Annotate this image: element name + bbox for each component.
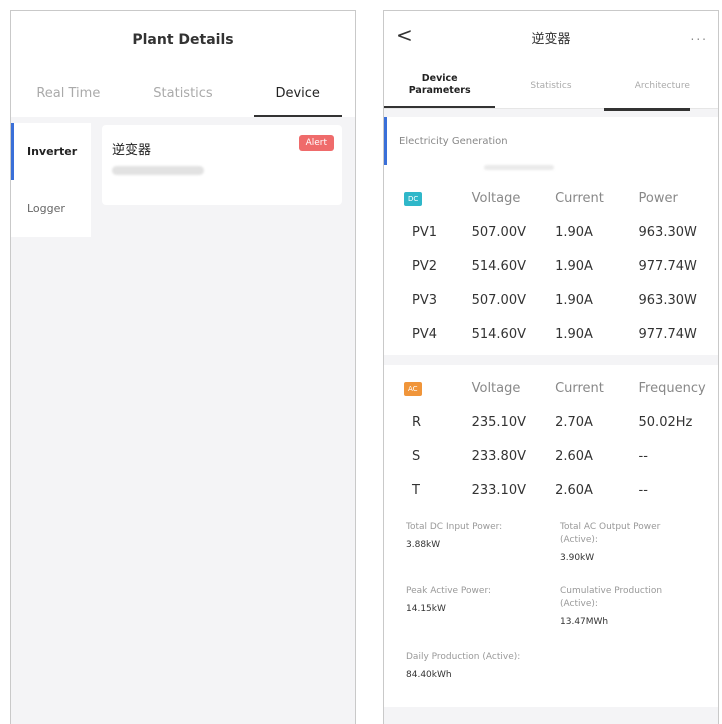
table-cell: 507.00V [471, 292, 526, 308]
tab-device[interactable]: Device [240, 69, 355, 117]
table-cell: R [412, 414, 422, 430]
column-header: Current [555, 380, 604, 396]
table-cell: 2.70A [555, 414, 593, 430]
production-summary: Total DC Input Power: 3.88kW Total AC Ou… [384, 511, 718, 707]
scroll-indicator [604, 108, 690, 111]
table-cell: 977.74W [638, 258, 697, 274]
table-cell: PV1 [412, 224, 438, 240]
summary-label: Total DC Input Power: [406, 522, 503, 532]
sidebar-item-logger[interactable]: Logger [11, 180, 91, 237]
inverter-details-panel: < 逆变器 ... Device Parameters Statistics A… [383, 10, 719, 724]
summary-value: 14.15kW [406, 604, 446, 614]
table-cell: 233.80V [471, 448, 526, 464]
table-row: T 233.10V 2.60A -- [384, 473, 718, 507]
table-cell: T [412, 482, 420, 498]
dc-table: DC Voltage Current Power PV1 507.00V 1.9… [384, 175, 718, 355]
table-cell: 2.60A [555, 448, 593, 464]
summary-label: Total AC Output Power (Active): [560, 522, 661, 545]
table-cell: 963.30W [638, 292, 697, 308]
plant-details-panel: Plant Details Real Time Statistics Devic… [10, 10, 356, 724]
table-cell: 233.10V [471, 482, 526, 498]
summary-value: 3.90kW [560, 553, 595, 563]
summary-daily: Daily Production (Active): 84.40kWh [406, 651, 566, 682]
page-title: Plant Details [11, 11, 355, 69]
ac-table: AC Voltage Current Frequency R 235.10V 2… [384, 365, 718, 511]
column-header: Voltage [471, 190, 521, 206]
table-cell: 963.30W [638, 224, 697, 240]
sidebar-item-inverter[interactable]: Inverter [11, 123, 91, 180]
table-row: PV2 514.60V 1.90A 977.74W [384, 249, 718, 283]
table-cell: PV4 [412, 326, 438, 342]
column-header: Power [638, 190, 678, 206]
plant-tabs: Real Time Statistics Device [11, 69, 355, 117]
table-cell: -- [638, 482, 648, 498]
table-cell: -- [638, 448, 648, 464]
table-cell: 2.60A [555, 482, 593, 498]
table-cell: 514.60V [471, 258, 526, 274]
section-title: Electricity Generation [384, 117, 718, 165]
section-subhint [384, 165, 718, 175]
summary-label: Daily Production (Active): [406, 652, 521, 662]
table-row: S 233.80V 2.60A -- [384, 439, 718, 473]
ac-badge: AC [404, 382, 422, 396]
table-cell: 50.02Hz [638, 414, 693, 430]
table-header: DC Voltage Current Power [384, 181, 718, 215]
divider [384, 355, 718, 365]
device-type-sidebar: Inverter Logger [11, 117, 91, 237]
status-badge: Alert [298, 135, 334, 151]
summary-value: 13.47MWh [560, 617, 609, 627]
summary-peak: Peak Active Power: 14.15kW [406, 585, 546, 616]
chevron-left-icon[interactable]: < [396, 25, 413, 45]
column-header: Voltage [471, 380, 521, 396]
table-header: AC Voltage Current Frequency [384, 371, 718, 405]
tab-statistics[interactable]: Statistics [126, 69, 241, 117]
tab-real-time[interactable]: Real Time [11, 69, 126, 117]
column-header: Frequency [638, 380, 706, 396]
summary-label: Cumulative Production (Active): [560, 586, 663, 609]
table-cell: 1.90A [555, 292, 593, 308]
table-cell: PV2 [412, 258, 438, 274]
page-title: 逆变器 [531, 31, 571, 47]
table-cell: 1.90A [555, 224, 593, 240]
inverter-header: < 逆变器 ... [384, 11, 718, 63]
summary-label: Peak Active Power: [406, 586, 492, 596]
table-cell: 1.90A [555, 258, 593, 274]
table-row: R 235.10V 2.70A 50.02Hz [384, 405, 718, 439]
device-card[interactable]: 逆变器 Alert [102, 125, 342, 205]
tab-statistics[interactable]: Statistics [495, 63, 606, 108]
summary-value: 3.88kW [406, 540, 441, 550]
dc-badge: DC [404, 192, 423, 206]
table-row: PV1 507.00V 1.90A 963.30W [384, 215, 718, 249]
summary-value: 84.40kWh [406, 670, 452, 680]
table-row: PV4 514.60V 1.90A 977.74W [384, 317, 718, 351]
tab-device-parameters-label: Device Parameters [408, 72, 471, 96]
inverter-tabs: Device Parameters Statistics Architectur… [384, 63, 718, 111]
summary-total-dc: Total DC Input Power: 3.88kW [406, 521, 546, 552]
table-cell: 1.90A [555, 326, 593, 342]
table-row: PV3 507.00V 1.90A 963.30W [384, 283, 718, 317]
table-cell: 507.00V [471, 224, 526, 240]
summary-total-ac: Total AC Output Power (Active): 3.90kW [560, 521, 700, 565]
table-cell: 235.10V [471, 414, 526, 430]
device-serial-redacted [112, 166, 204, 175]
more-dots-icon[interactable]: ... [691, 29, 708, 43]
tab-device-parameters[interactable]: Device Parameters [384, 63, 496, 108]
table-cell: S [412, 448, 421, 464]
column-header: Current [555, 190, 604, 206]
table-cell: 977.74W [638, 326, 697, 342]
tab-architecture[interactable]: Architecture [607, 63, 718, 108]
table-cell: PV3 [412, 292, 438, 308]
summary-cumulative: Cumulative Production (Active): 13.47MWh [560, 585, 700, 629]
table-cell: 514.60V [471, 326, 526, 342]
